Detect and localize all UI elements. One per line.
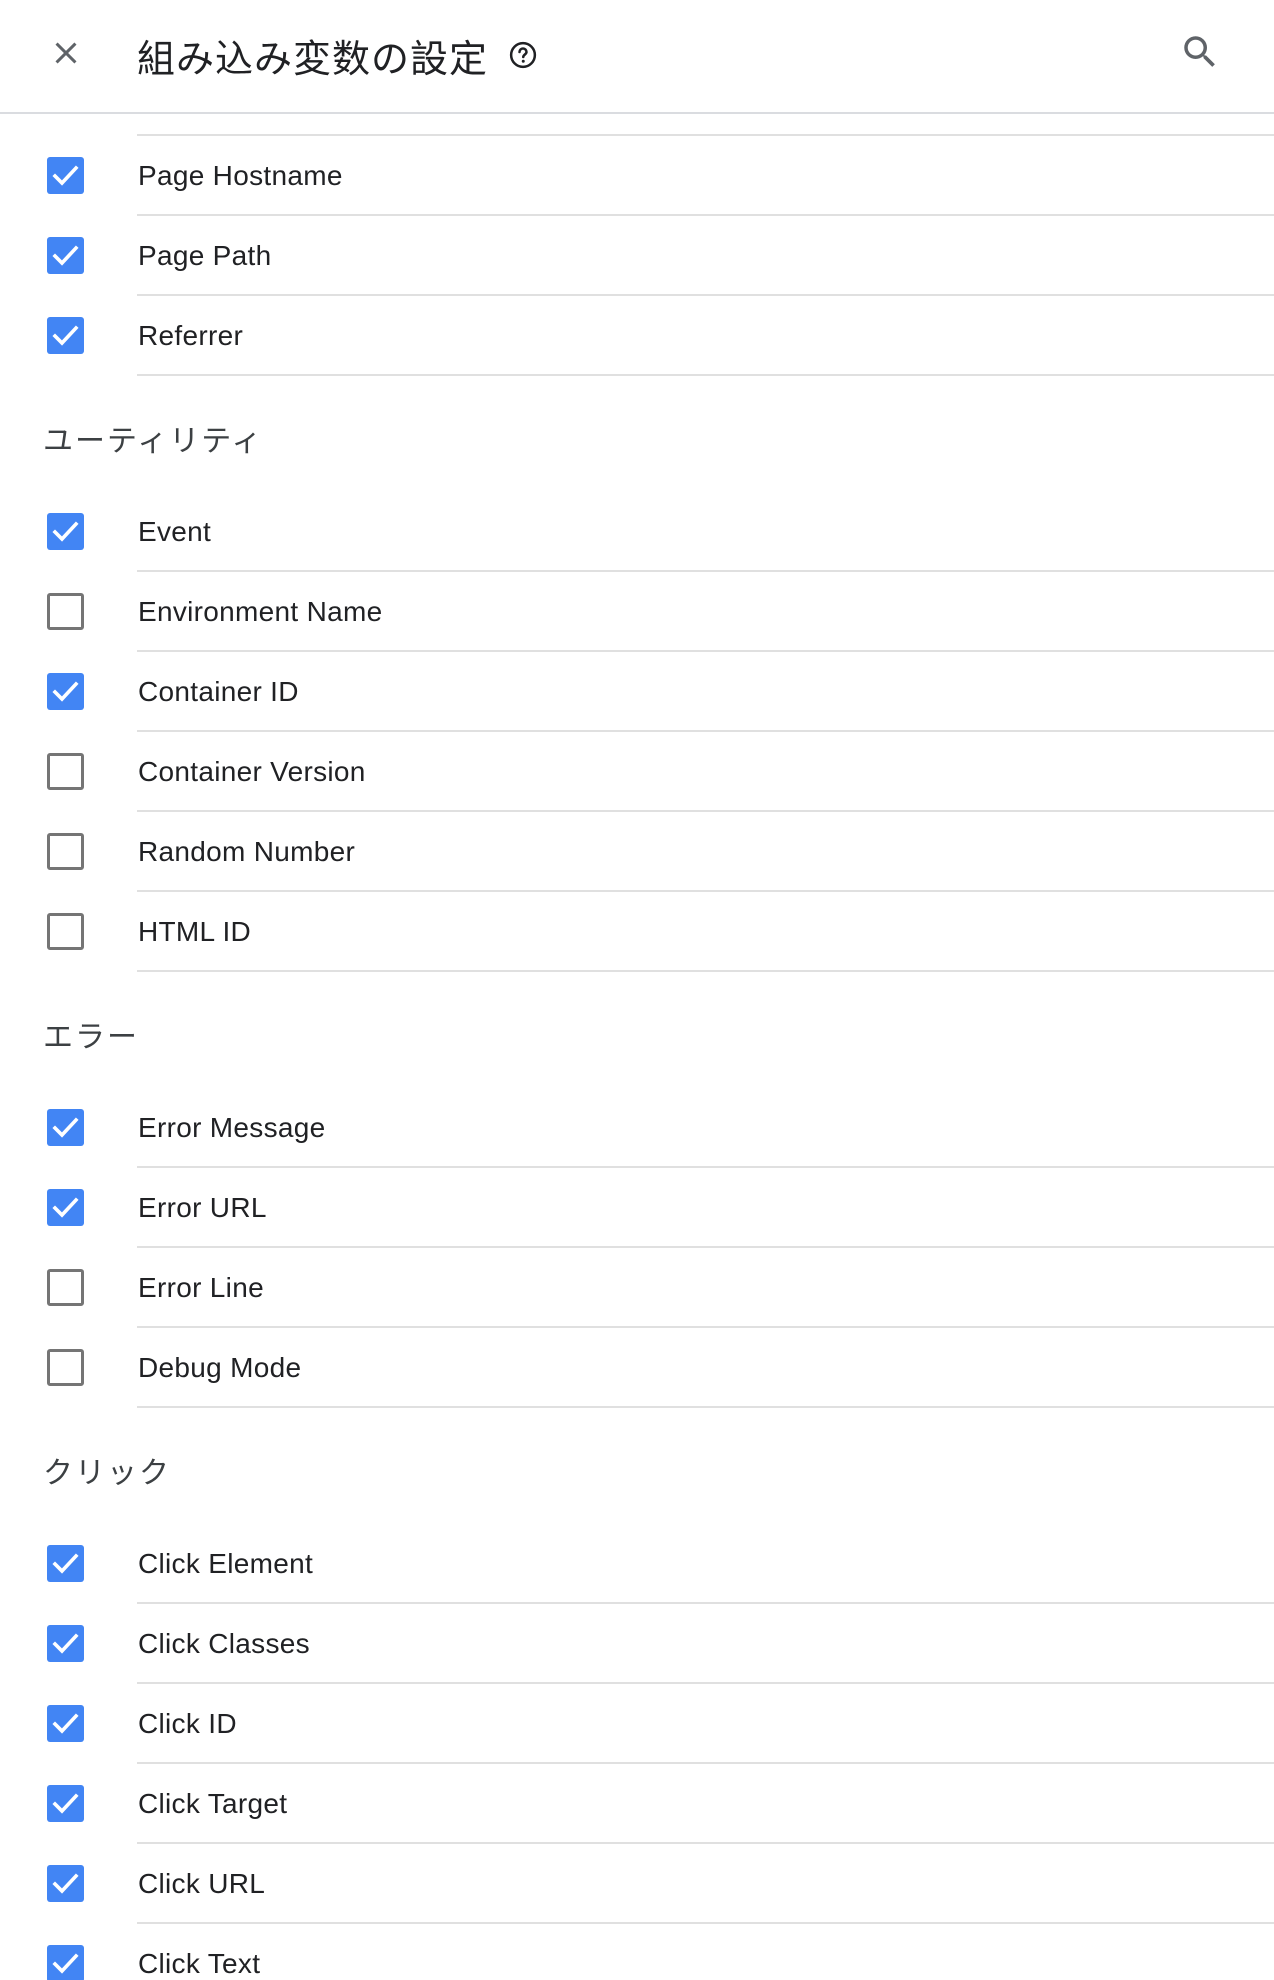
check-icon [52, 1197, 79, 1218]
checkbox-checked[interactable] [47, 1785, 84, 1822]
close-button[interactable] [36, 23, 96, 83]
checkbox-checked[interactable] [47, 317, 84, 354]
close-icon [55, 42, 77, 64]
variable-row[interactable]: HTML ID [0, 892, 1274, 972]
variable-row[interactable]: Page Path [0, 216, 1274, 296]
checkbox-checked[interactable] [47, 673, 84, 710]
search-icon [1184, 36, 1215, 67]
checkbox-unchecked[interactable] [47, 833, 84, 870]
check-icon [52, 1553, 79, 1574]
checkbox-checked[interactable] [47, 1545, 84, 1582]
variable-row[interactable]: Environment Name [0, 572, 1274, 652]
checkbox-checked[interactable] [47, 237, 84, 274]
variable-row[interactable]: Click Target [0, 1764, 1274, 1844]
checkbox-checked[interactable] [47, 1189, 84, 1226]
variable-label: Environment Name [138, 596, 383, 627]
checkbox-unchecked[interactable] [47, 593, 84, 630]
variable-row[interactable]: Event [0, 492, 1274, 572]
checkbox-unchecked[interactable] [47, 753, 84, 790]
check-icon [52, 1793, 79, 1814]
check-icon [52, 1873, 79, 1894]
variable-label: Event [138, 516, 212, 547]
variable-label: Click URL [138, 1868, 266, 1899]
variable-row[interactable]: Click Classes [0, 1604, 1274, 1684]
variable-label: Click Classes [138, 1628, 310, 1659]
variable-label: Error URL [138, 1192, 267, 1223]
checkbox-unchecked[interactable] [47, 1269, 84, 1306]
section-header: ユーティリティ [43, 424, 264, 459]
row-divider [137, 1406, 1274, 1408]
help-button[interactable] [506, 38, 540, 72]
variable-row[interactable]: Error URL [0, 1168, 1274, 1248]
variable-label: Click Text [138, 1948, 261, 1979]
checkbox-checked[interactable] [47, 1109, 84, 1146]
variable-label: Page Hostname [138, 160, 343, 191]
variable-row[interactable]: Error Line [0, 1248, 1274, 1328]
check-icon [52, 1953, 79, 1974]
variable-row[interactable]: Click Text [0, 1924, 1274, 1980]
checkbox-checked[interactable] [47, 1705, 84, 1742]
variable-row[interactable]: Click Element [0, 1524, 1274, 1604]
checkbox-checked[interactable] [47, 157, 84, 194]
panel-title: 組み込み変数の設定 [137, 36, 489, 81]
check-icon [52, 1713, 79, 1734]
variable-row[interactable]: Container Version [0, 732, 1274, 812]
variable-row[interactable]: Page Hostname [0, 136, 1274, 216]
variable-row[interactable]: Click URL [0, 1844, 1274, 1924]
check-icon [52, 1117, 79, 1138]
variable-label: Error Line [138, 1272, 264, 1303]
variable-label: Click ID [138, 1708, 237, 1739]
row-divider [137, 374, 1274, 376]
checkbox-checked[interactable] [47, 1945, 84, 1980]
check-icon [52, 245, 79, 266]
check-icon [52, 681, 79, 702]
checkbox-checked[interactable] [47, 1865, 84, 1902]
variable-row[interactable]: Random Number [0, 812, 1274, 892]
variable-label: Click Element [138, 1548, 314, 1579]
variable-row[interactable]: Error Message [0, 1088, 1274, 1168]
variable-label: Page Path [138, 240, 272, 271]
variable-row[interactable]: Referrer [0, 296, 1274, 376]
panel-title-group: 組み込み変数の設定 [137, 24, 540, 86]
variable-label: Container ID [138, 676, 299, 707]
variable-label: Click Target [138, 1788, 288, 1819]
builtin-variables-panel: 組み込み変数の設定 Page Hostname Page Path Referrer… [0, 0, 1274, 1980]
variable-row[interactable]: Container ID [0, 652, 1274, 732]
search-button[interactable] [1170, 22, 1230, 82]
checkbox-unchecked[interactable] [47, 913, 84, 950]
help-circle-icon [509, 41, 537, 69]
checkbox-checked[interactable] [47, 1625, 84, 1662]
panel-header: 組み込み変数の設定 [0, 0, 1274, 114]
variable-row[interactable]: Click ID [0, 1684, 1274, 1764]
check-icon [52, 1633, 79, 1654]
checkbox-unchecked[interactable] [47, 1349, 84, 1386]
checkbox-checked[interactable] [47, 513, 84, 550]
variable-label: Referrer [138, 320, 244, 351]
variable-row[interactable]: Debug Mode [0, 1328, 1274, 1408]
variable-label: Random Number [138, 836, 356, 867]
check-icon [52, 325, 79, 346]
variable-label: HTML ID [138, 916, 252, 947]
check-icon [52, 521, 79, 542]
section-header: エラー [43, 1020, 139, 1055]
check-icon [52, 165, 79, 186]
section-header: クリック [43, 1456, 171, 1491]
variable-label: Error Message [138, 1112, 326, 1143]
row-divider [137, 970, 1274, 972]
variable-label: Debug Mode [138, 1352, 302, 1383]
variable-label: Container Version [138, 756, 366, 787]
